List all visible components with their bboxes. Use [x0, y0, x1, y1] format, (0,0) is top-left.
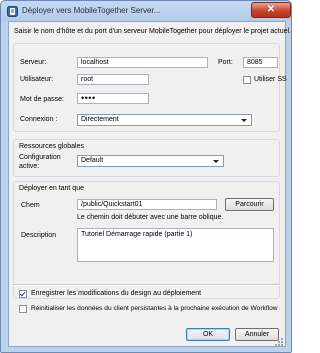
save-design-label: Enregistrer les modifications du design …: [31, 290, 202, 297]
connexion-label: Connexion :: [20, 116, 58, 123]
close-icon: ✕: [266, 4, 276, 15]
connexion-value: Directement: [81, 116, 119, 123]
window-title: Déployer vers MobileTogether Server...: [22, 6, 161, 15]
app-icon: [7, 6, 18, 17]
password-label: Mot de passe:: [20, 96, 64, 103]
divider: [13, 284, 280, 286]
use-ssl-checkbox[interactable]: [243, 76, 251, 84]
config-select[interactable]: Default: [77, 155, 224, 167]
title-bar[interactable]: Déployer vers MobileTogether Server... ✕: [1, 1, 291, 21]
port-input[interactable]: 8085: [243, 57, 278, 68]
ok-button[interactable]: OK: [186, 328, 230, 341]
config-label-line1: Configuration: [19, 154, 61, 161]
reset-data-checkbox[interactable]: [19, 305, 27, 313]
connexion-select[interactable]: Directement: [77, 114, 252, 126]
description-textarea[interactable]: Tutoriel Démarrage rapide (partie 1): [77, 228, 274, 262]
password-input[interactable]: ••••: [77, 93, 149, 104]
serveur-input[interactable]: localhost: [77, 57, 208, 68]
description-value: Tutoriel Démarrage rapide (partie 1): [81, 231, 193, 238]
save-design-checkbox[interactable]: [19, 290, 27, 298]
port-label: Port:: [218, 59, 233, 66]
chem-hint: Le chemin doit débuter avec une barre ob…: [77, 214, 224, 221]
resize-grip-icon[interactable]: [275, 338, 284, 347]
config-label-line2: active:: [19, 163, 40, 170]
serveur-label: Serveur:: [20, 59, 47, 66]
resources-heading: Ressources globales: [19, 143, 84, 150]
reset-data-label: Réinitialiser les données du client pers…: [31, 305, 278, 312]
chevron-down-icon: [213, 160, 219, 163]
cancel-button[interactable]: Annuler: [235, 328, 279, 341]
utilisateur-label: Utilisateur:: [20, 76, 54, 83]
use-ssl-label: Utiliser SS: [254, 76, 287, 83]
dialog-window: Déployer vers MobileTogether Server... ✕…: [0, 0, 292, 353]
dialog-body: Saisir le nom d'hôte et du port d'un ser…: [8, 21, 291, 347]
close-button[interactable]: ✕: [251, 2, 291, 18]
intro-text: Saisir le nom d'hôte et du port d'un ser…: [14, 28, 291, 35]
chevron-down-icon: [241, 119, 247, 122]
deploy-heading: Déployer en tant que: [19, 185, 84, 192]
description-label: Description: [21, 232, 57, 239]
browse-button[interactable]: Parcourir: [225, 198, 274, 211]
config-value: Default: [81, 157, 104, 164]
utilisateur-input[interactable]: root: [77, 74, 149, 85]
chem-label: Chem: [21, 202, 40, 209]
chem-input[interactable]: /public/Quickstart01: [77, 199, 217, 210]
